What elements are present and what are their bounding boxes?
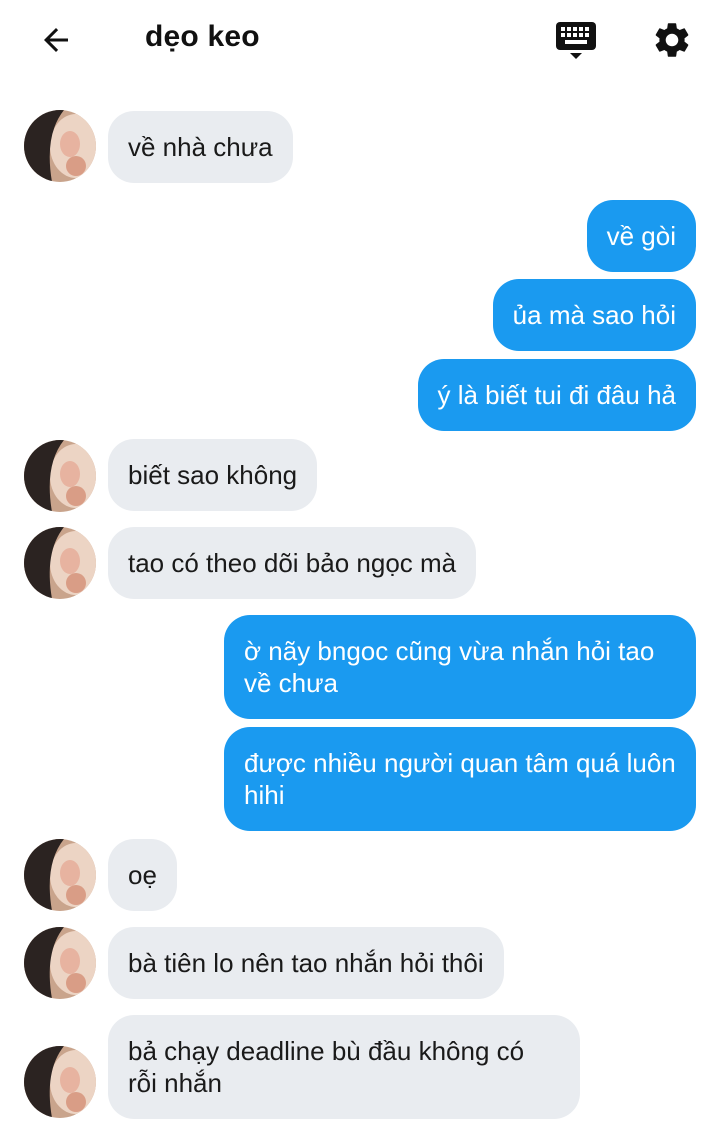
back-button[interactable] — [32, 18, 80, 62]
contact-photo — [24, 1046, 96, 1118]
avatar[interactable] — [24, 1046, 96, 1118]
keyboard-button[interactable] — [552, 16, 600, 64]
contact-photo — [24, 110, 96, 182]
message-bubble-incoming[interactable]: oẹ — [108, 839, 177, 911]
avatar[interactable] — [24, 839, 96, 911]
chat-header: dẹo keo — [0, 0, 720, 80]
conversation-title: dẹo keo — [145, 20, 260, 53]
gear-icon — [655, 23, 689, 57]
contact-photo — [24, 927, 96, 999]
message-bubble-incoming[interactable]: tao có theo dõi bảo ngọc mà — [108, 527, 477, 599]
message-bubble-outgoing[interactable]: ờ nãy bngoc cũng vừa nhắn hỏi tao về chư… — [224, 615, 696, 719]
message-bubble-outgoing[interactable]: ủa mà sao hỏi — [492, 279, 696, 351]
message-bubble-outgoing[interactable]: được nhiều người quan tâm quá luôn hihi — [224, 727, 696, 831]
settings-button[interactable] — [648, 16, 696, 64]
contact-photo — [24, 440, 96, 512]
message-bubble-outgoing[interactable]: về gòi — [586, 200, 696, 272]
arrow-left-icon — [44, 28, 68, 52]
message-bubble-outgoing[interactable]: ý là biết tui đi đâu hả — [417, 359, 696, 431]
avatar[interactable] — [24, 527, 96, 599]
avatar[interactable] — [24, 927, 96, 999]
contact-photo — [24, 527, 96, 599]
avatar[interactable] — [24, 110, 96, 182]
message-bubble-incoming[interactable]: về nhà chưa — [108, 111, 293, 183]
contact-photo — [24, 839, 96, 911]
avatar[interactable] — [24, 440, 96, 512]
message-bubble-incoming[interactable]: bà tiên lo nên tao nhắn hỏi thôi — [108, 927, 504, 999]
message-bubble-incoming[interactable]: biết sao không — [108, 439, 318, 511]
message-bubble-incoming[interactable]: bả chạy deadline bù đầu không có rỗi nhắ… — [108, 1015, 580, 1119]
keyboard-icon — [556, 22, 596, 59]
